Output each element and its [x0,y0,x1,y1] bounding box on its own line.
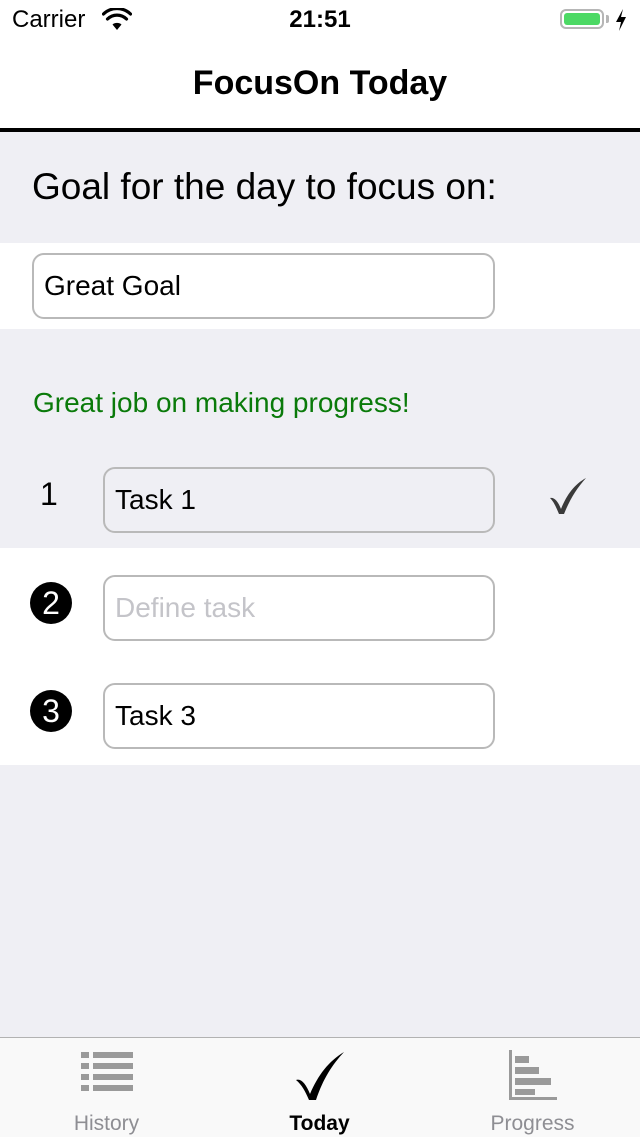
charging-bolt-icon [616,9,626,31]
task-3-field-value: Task 3 [115,700,196,731]
tab-bar: History Today Progress [0,1037,640,1137]
task-1-field[interactable]: Task 1 [103,467,495,533]
goal-header: Goal for the day to focus on: [32,166,497,207]
progress-message: Great job on making progress! [33,387,410,418]
task-2-number: 2 [30,582,72,624]
task-3-number: 3 [30,690,72,732]
status-time: 21:51 [289,6,351,33]
tab-progress[interactable]: Progress [426,1038,639,1137]
bar-chart-icon [508,1050,557,1100]
battery-tip [606,15,609,23]
tab-today[interactable]: Today [213,1038,426,1137]
task-2-field[interactable]: Define task [103,575,495,641]
tab-history-label: History [73,1112,140,1135]
task-1-number: 1 [40,476,58,512]
tab-today-label: Today [289,1112,350,1135]
goal-field[interactable]: Great Goal [32,253,495,319]
tab-history[interactable]: History [0,1038,213,1137]
page-title: FocusOn Today [192,64,448,102]
list-icon [80,1052,133,1091]
task-1-field-value: Task 1 [115,484,196,515]
tab-progress-label: Progress [490,1112,575,1135]
battery-icon [560,9,604,29]
status-bar: Carrier 21:51 [0,0,640,40]
task-3-field[interactable]: Task 3 [103,683,495,749]
checkmark-icon [295,1052,344,1100]
navigation-bar: FocusOn Today [0,40,640,132]
battery-level [564,13,600,25]
task-1-checkmark-icon[interactable] [546,474,590,518]
task-2-placeholder: Define task [115,592,256,623]
goal-field-value: Great Goal [44,270,181,301]
